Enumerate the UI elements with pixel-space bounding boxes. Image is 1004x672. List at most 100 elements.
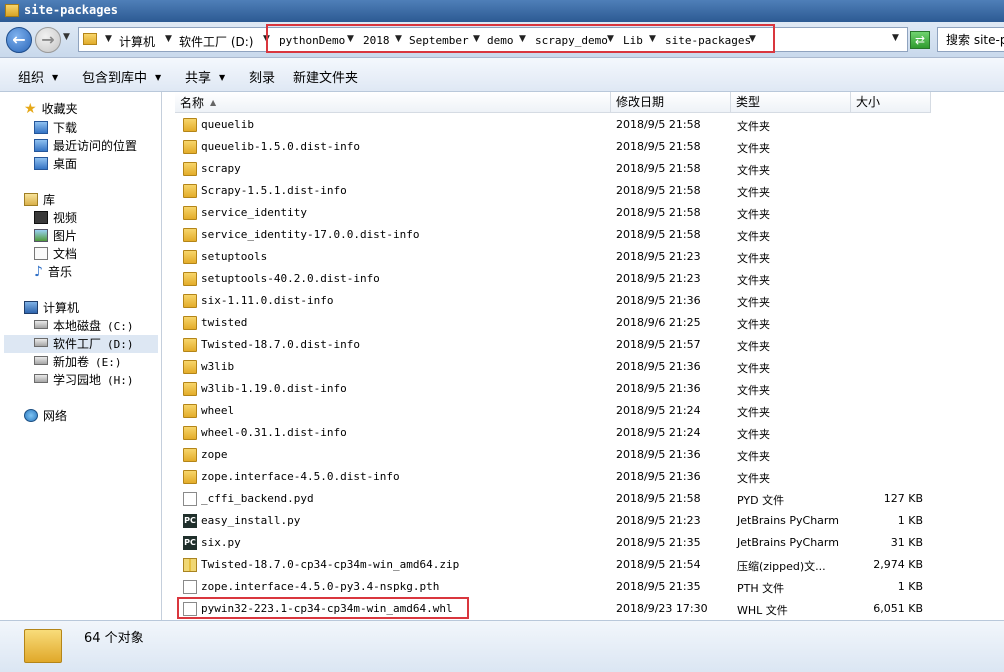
address-history-chevron-icon[interactable]: ▼ — [892, 33, 899, 43]
nav-libraries[interactable]: 库 — [24, 191, 55, 209]
file-row[interactable]: Scrapy-1.5.1.dist-info 2018/9/5 21:58 文件夹 — [163, 180, 1004, 202]
file-date: 2018/9/5 21:58 — [616, 140, 701, 153]
nav-item-pictures[interactable]: 图片 — [34, 227, 77, 245]
chevron-down-icon[interactable]: ▼ — [395, 34, 402, 44]
file-row[interactable]: zope.interface-4.5.0.dist-info 2018/9/5 2… — [163, 466, 1004, 488]
chevron-down-icon[interactable]: ▼ — [607, 34, 614, 44]
file-row[interactable]: zope 2018/9/5 21:36 文件夹 — [163, 444, 1004, 466]
file-size: 1 KB — [897, 514, 923, 527]
back-button[interactable]: ← — [6, 27, 32, 53]
file-row[interactable]: service_identity-17.0.0.dist-info 2018/9/… — [163, 224, 1004, 246]
file-row[interactable]: wheel 2018/9/5 21:24 文件夹 — [163, 400, 1004, 422]
file-date: 2018/9/5 21:36 — [616, 448, 701, 461]
address-bar[interactable]: ▼ 计算机 ▼ 软件工厂 (D:) ▼ pythonDemo ▼ 2018 ▼ … — [78, 27, 908, 52]
file-type: 文件夹 — [737, 428, 770, 441]
breadcrumb-2018[interactable]: 2018 — [363, 34, 390, 47]
file-date: 2018/9/5 21:24 — [616, 404, 701, 417]
column-header-size[interactable]: 大小 — [851, 92, 931, 113]
chevron-down-icon[interactable]: ▼ — [347, 34, 354, 44]
file-row[interactable]: twisted 2018/9/6 21:25 文件夹 — [163, 312, 1004, 334]
chevron-down-icon[interactable]: ▼ — [473, 34, 480, 44]
nav-item-downloads[interactable]: 下载 — [34, 119, 77, 137]
chevron-down-icon[interactable]: ▼ — [519, 34, 526, 44]
file-size: 1 KB — [897, 580, 923, 593]
refresh-button[interactable]: ⇄ — [910, 31, 930, 49]
new-folder-button[interactable]: 新建文件夹 — [293, 67, 358, 86]
zip-icon — [183, 558, 197, 572]
file-row[interactable]: Twisted-18.7.0.dist-info 2018/9/5 21:57 文件… — [163, 334, 1004, 356]
column-header-type[interactable]: 类型 — [731, 92, 851, 113]
file-row[interactable]: service_identity 2018/9/5 21:58 文件夹 — [163, 202, 1004, 224]
folder-icon — [183, 470, 197, 484]
breadcrumb-computer[interactable]: 计算机 — [119, 33, 155, 50]
hard-drive-icon — [34, 320, 48, 329]
file-row[interactable]: pywin32-223.1-cp34-cp34m-win_amd64.whl 20… — [163, 598, 1004, 620]
breadcrumb-pythondemo[interactable]: pythonDemo — [279, 34, 345, 47]
nav-item-videos[interactable]: 视频 — [34, 209, 77, 227]
file-type: 文件夹 — [737, 472, 770, 485]
nav-drive-h[interactable]: 学习园地 (H:) — [34, 371, 134, 389]
chevron-down-icon[interactable]: ▼ — [165, 34, 172, 44]
file-type: PYD 文件 — [737, 494, 785, 507]
nav-drive-d[interactable]: 软件工厂 (D:) — [4, 335, 158, 353]
breadcrumb-lib[interactable]: Lib — [623, 34, 643, 47]
recent-pages-chevron-icon[interactable]: ▼ — [63, 32, 70, 42]
file-row[interactable]: setuptools 2018/9/5 21:23 文件夹 — [163, 246, 1004, 268]
nav-network[interactable]: 网络 — [24, 407, 67, 425]
breadcrumb-scrapy-demo[interactable]: scrapy_demo — [535, 34, 608, 47]
file-row[interactable]: PC easy_install.py 2018/9/5 21:23 JetBrains… — [163, 510, 1004, 532]
chevron-down-icon[interactable]: ▼ — [649, 34, 656, 44]
nav-item-label: 图片 — [53, 229, 78, 243]
breadcrumb-site-packages[interactable]: site-packages — [665, 34, 751, 47]
file-date: 2018/9/5 21:54 — [616, 558, 701, 571]
folder-icon — [5, 4, 19, 17]
organize-menu[interactable]: 组织 ▼ — [18, 67, 58, 86]
nav-item-documents[interactable]: 文档 — [34, 245, 77, 263]
file-type: 文件夹 — [737, 450, 770, 463]
drive-letter: (C:) — [107, 320, 134, 333]
file-row[interactable]: setuptools-40.2.0.dist-info 2018/9/5 21:2… — [163, 268, 1004, 290]
file-type: 文件夹 — [737, 274, 770, 287]
burn-button[interactable]: 刻录 — [249, 67, 275, 86]
breadcrumb-drive-d[interactable]: 软件工厂 (D:) — [179, 33, 253, 50]
sort-ascending-icon: ▲ — [210, 98, 217, 107]
column-header-date[interactable]: 修改日期 — [611, 92, 731, 113]
folder-icon — [183, 184, 197, 198]
breadcrumb-demo[interactable]: demo — [487, 34, 514, 47]
nav-favorites[interactable]: ★ 收藏夹 — [24, 100, 78, 118]
file-date: 2018/9/5 21:36 — [616, 470, 701, 483]
chevron-down-icon[interactable]: ▼ — [263, 34, 270, 44]
file-row[interactable]: scrapy 2018/9/5 21:58 文件夹 — [163, 158, 1004, 180]
nav-item-music[interactable]: ♪ 音乐 — [34, 263, 72, 281]
chevron-down-icon[interactable]: ▼ — [105, 34, 112, 44]
nav-drive-c[interactable]: 本地磁盘 (C:) — [34, 317, 134, 335]
file-row[interactable]: _cffi_backend.pyd 2018/9/5 21:58 PYD 文件 127… — [163, 488, 1004, 510]
file-row[interactable]: w3lib 2018/9/5 21:36 文件夹 — [163, 356, 1004, 378]
share-menu[interactable]: 共享 ▼ — [185, 67, 225, 86]
file-name: Scrapy-1.5.1.dist-info — [201, 184, 347, 197]
file-row[interactable]: queuelib 2018/9/5 21:58 文件夹 — [163, 114, 1004, 136]
file-row[interactable]: Twisted-18.7.0-cp34-cp34m-win_amd64.zip 2… — [163, 554, 1004, 576]
include-in-library-menu[interactable]: 包含到库中 ▼ — [82, 67, 161, 86]
nav-drive-e[interactable]: 新加卷 (E:) — [34, 353, 122, 371]
breadcrumb-september[interactable]: September — [409, 34, 469, 47]
nav-item-desktop[interactable]: 桌面 — [34, 155, 77, 173]
file-row[interactable]: queuelib-1.5.0.dist-info 2018/9/5 21:58 文件… — [163, 136, 1004, 158]
file-row[interactable]: six-1.11.0.dist-info 2018/9/5 21:36 文件夹 — [163, 290, 1004, 312]
file-row[interactable]: w3lib-1.19.0.dist-info 2018/9/5 21:36 文件夹 — [163, 378, 1004, 400]
file-row[interactable]: PC six.py 2018/9/5 21:35 JetBrains PyCharm 3… — [163, 532, 1004, 554]
include-in-library-label: 包含到库中 — [82, 71, 148, 86]
file-type: JetBrains PyCharm — [737, 536, 839, 549]
chevron-down-icon[interactable]: ▼ — [749, 34, 756, 44]
file-type: 文件夹 — [737, 406, 770, 419]
forward-button[interactable]: → — [35, 27, 61, 53]
column-header-name[interactable]: 名称 ▲ — [175, 92, 611, 113]
file-row[interactable]: zope.interface-4.5.0-py3.4-nspkg.pth 2018… — [163, 576, 1004, 598]
nav-computer[interactable]: 计算机 — [24, 299, 79, 317]
nav-item-recent-places[interactable]: 最近访问的位置 — [34, 137, 137, 155]
file-icon — [183, 602, 197, 616]
video-icon — [34, 211, 48, 224]
hard-drive-icon — [34, 356, 48, 365]
search-input[interactable]: 搜索 site-packages — [937, 27, 1004, 52]
file-row[interactable]: wheel-0.31.1.dist-info 2018/9/5 21:24 文件夹 — [163, 422, 1004, 444]
